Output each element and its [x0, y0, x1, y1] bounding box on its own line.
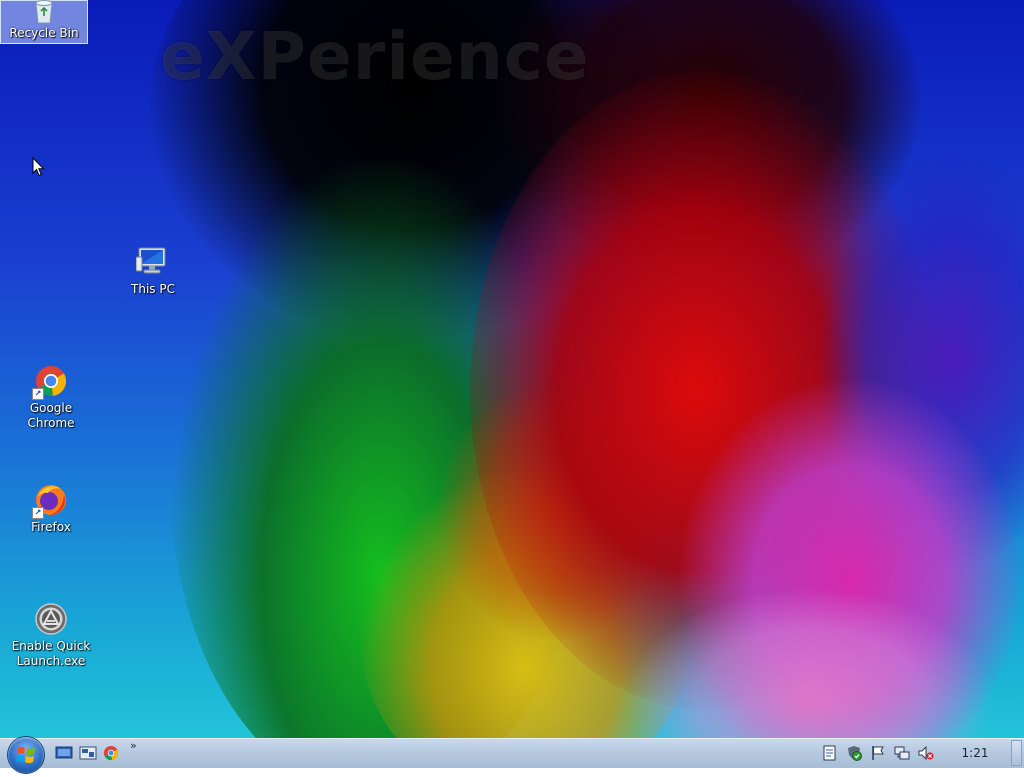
- desktop-icon-enable-quick-launch[interactable]: Enable Quick Launch.exe: [5, 602, 97, 669]
- network-icon[interactable]: [894, 745, 910, 761]
- recycle-bin-icon: [31, 0, 57, 24]
- desktop-icon-google-chrome[interactable]: ↗ Google Chrome: [5, 364, 97, 431]
- desktop-icon-label: Firefox: [31, 520, 71, 534]
- chrome-icon[interactable]: [103, 745, 121, 761]
- chrome-icon: ↗: [32, 364, 68, 400]
- wallpaper-watermark: eXPerience: [160, 18, 590, 95]
- desktop-icon-label: Recycle Bin: [9, 26, 79, 40]
- firefox-icon: ↗: [32, 483, 68, 519]
- desktop[interactable]: eXPerience Recycle Bin This PC ↗ Google …: [0, 0, 1024, 738]
- desktop-icon-label: Enable Quick Launch.exe: [11, 639, 91, 668]
- taskbar-clock[interactable]: 1:21: [950, 738, 1000, 768]
- quick-launch-icon: [34, 602, 68, 636]
- security-shield-icon[interactable]: [846, 745, 862, 761]
- action-center-flag-icon[interactable]: [870, 745, 886, 761]
- quick-launch-overflow-button[interactable]: »: [130, 739, 137, 752]
- desktop-icon-this-pc[interactable]: This PC: [107, 245, 199, 297]
- volume-muted-icon[interactable]: [918, 745, 934, 761]
- shortcut-arrow-icon: ↗: [32, 388, 44, 400]
- show-desktop-icon[interactable]: [55, 745, 73, 761]
- computer-icon: [135, 245, 170, 279]
- show-desktop-button[interactable]: [1011, 740, 1022, 766]
- shortcut-arrow-icon: ↗: [32, 507, 44, 519]
- mouse-cursor-icon: [32, 156, 46, 177]
- desktop-icon-recycle-bin[interactable]: Recycle Bin: [0, 0, 88, 44]
- desktop-icon-firefox[interactable]: ↗ Firefox: [5, 483, 97, 535]
- desktop-icon-label: Google Chrome: [27, 401, 75, 430]
- window-switcher-icon[interactable]: [79, 745, 97, 761]
- desktop-icon-label: This PC: [131, 282, 175, 296]
- notes-icon[interactable]: [822, 745, 838, 761]
